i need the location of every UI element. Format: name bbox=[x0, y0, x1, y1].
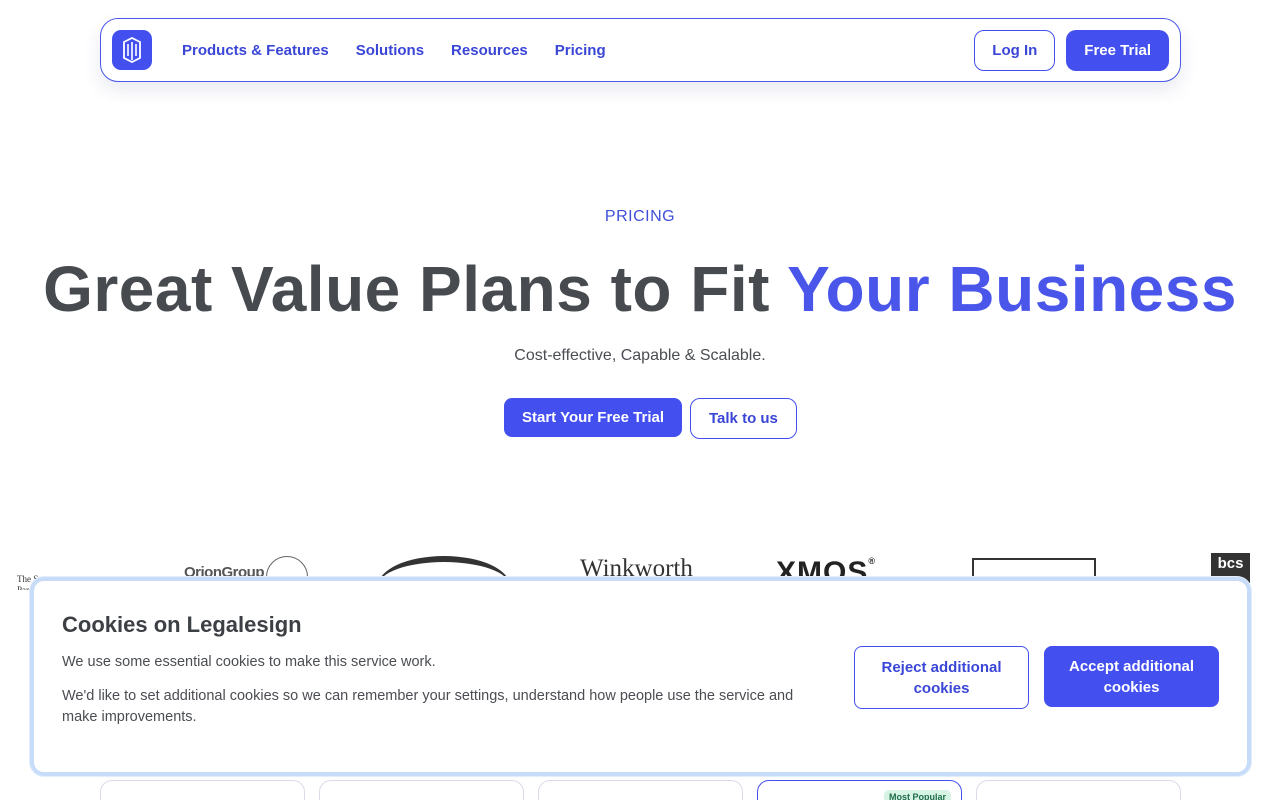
free-trial-button[interactable]: Free Trial bbox=[1066, 29, 1169, 71]
legalesign-logo[interactable] bbox=[112, 30, 152, 70]
most-popular-badge: Most Popular bbox=[883, 790, 951, 800]
cookie-banner-title: Cookies on Legalesign bbox=[62, 612, 302, 637]
cookie-essential-text: We use some essential cookies to make th… bbox=[62, 654, 436, 670]
accept-cookies-button[interactable]: Accept additional cookies bbox=[1044, 646, 1219, 707]
cookie-banner: Cookies on Legalesign We use some essent… bbox=[30, 577, 1251, 776]
start-free-trial-button[interactable]: Start Your Free Trial bbox=[504, 398, 682, 437]
hero-actions: Start Your Free Trial Talk to us bbox=[504, 398, 797, 439]
nav-link-products-features[interactable]: Products & Features bbox=[182, 42, 329, 59]
cookie-actions: Reject additional cookies Accept additio… bbox=[854, 646, 1219, 709]
talk-to-us-button[interactable]: Talk to us bbox=[690, 398, 797, 439]
nav-links: Products & Features Solutions Resources … bbox=[182, 42, 606, 59]
section-eyebrow: PRICING bbox=[604, 208, 676, 225]
headline-accent: Your Business bbox=[787, 253, 1237, 325]
pricing-card-5[interactable] bbox=[976, 780, 1181, 800]
pricing-card-4-popular[interactable]: Most Popular bbox=[757, 780, 962, 800]
top-navigation: Products & Features Solutions Resources … bbox=[100, 18, 1181, 82]
headline-main: Great Value Plans to Fit bbox=[43, 253, 788, 325]
pricing-card-2[interactable] bbox=[319, 780, 524, 800]
logo-icon bbox=[123, 37, 141, 63]
login-button[interactable]: Log In bbox=[974, 29, 1056, 71]
pricing-card-1[interactable] bbox=[100, 780, 305, 800]
reject-cookies-button[interactable]: Reject additional cookies bbox=[854, 646, 1029, 709]
page-subtitle: Cost-effective, Capable & Scalable. bbox=[514, 347, 766, 364]
nav-link-solutions[interactable]: Solutions bbox=[356, 42, 424, 59]
nav-link-pricing[interactable]: Pricing bbox=[555, 42, 606, 59]
nav-actions: Log In Free Trial bbox=[974, 29, 1169, 71]
nav-link-resources[interactable]: Resources bbox=[451, 42, 528, 59]
registered-mark-icon: ® bbox=[868, 556, 876, 566]
cookie-additional-text: We'd like to set additional cookies so w… bbox=[62, 688, 794, 725]
page-title: Great Value Plans to Fit Your Business bbox=[0, 252, 1280, 326]
pricing-card-3[interactable] bbox=[538, 780, 743, 800]
